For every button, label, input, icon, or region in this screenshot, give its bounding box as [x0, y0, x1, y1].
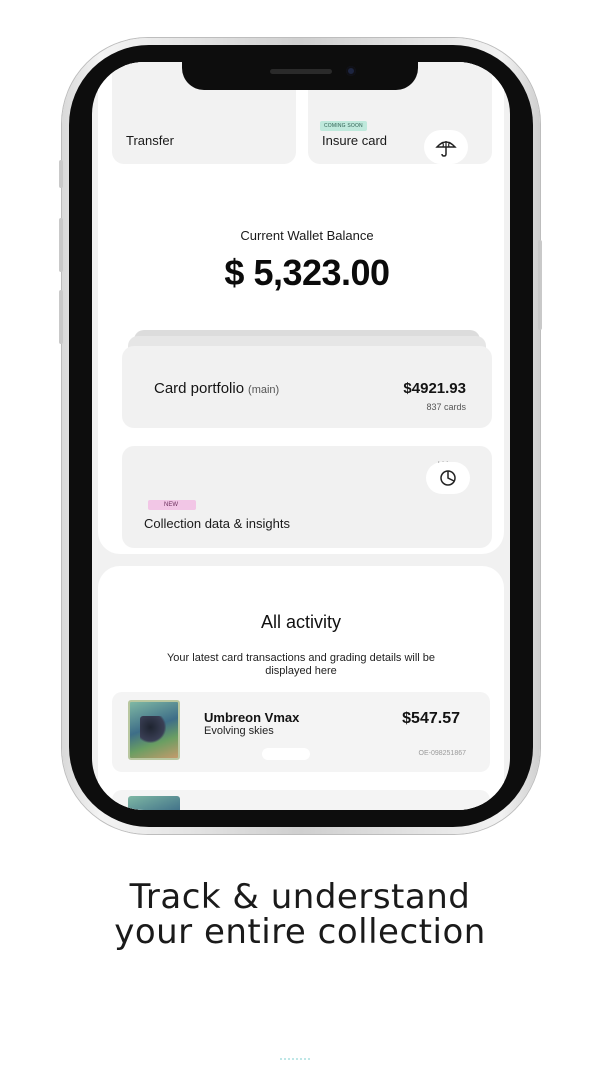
phone-side-button-power [538, 240, 542, 330]
phone-screen: Transfer COMING SOON Insure card Current… [92, 62, 510, 810]
phone-side-button-volume-down [59, 290, 63, 344]
portfolio-title-text: Card portfolio [154, 380, 245, 397]
phone-side-button-volume-up [59, 218, 63, 272]
insure-card-label: Insure card [322, 133, 388, 148]
portfolio-subtitle: (main) [248, 384, 280, 396]
page-indicator [280, 1058, 310, 1060]
phone-notch [182, 60, 418, 90]
phone-side-button-silent [59, 160, 63, 188]
transaction-status-pill [262, 748, 310, 760]
wallet-panel: Transfer COMING SOON Insure card Current… [98, 62, 504, 554]
coming-soon-badge: COMING SOON [320, 121, 367, 131]
insights-icon-button[interactable] [426, 462, 470, 494]
portfolio-value: $4921.93 [403, 380, 466, 397]
transaction-price: $547.57 [402, 710, 460, 727]
card-thumbnail [128, 796, 180, 810]
insights-label: Collection data & insights [144, 516, 290, 531]
transaction-row[interactable]: Umbreon Vmax Evolving skies $547.57 OE-0… [112, 692, 490, 772]
portfolio-count: 837 cards [426, 402, 466, 412]
balance-label: Current Wallet Balance [240, 228, 374, 243]
transaction-card-set: Evolving skies [204, 725, 274, 737]
portfolio-title: Card portfolio (main) [154, 380, 279, 397]
activity-panel: All activity Your latest card transactio… [98, 566, 504, 810]
transaction-card-name: Umbreon Vmax [204, 710, 300, 725]
collection-insights-card[interactable]: ... NEW Collection data & insights [122, 446, 492, 548]
new-badge: NEW [148, 500, 196, 510]
tagline-line-2: your entire collection [114, 912, 486, 952]
phone-camera [346, 66, 356, 76]
pie-chart-icon [440, 470, 456, 486]
tagline-line-1: Track & understand [129, 877, 471, 917]
marketing-tagline: Track & understand your entire collectio… [0, 880, 600, 950]
card-artwork [140, 716, 166, 744]
transfer-label: Transfer [126, 133, 174, 148]
card-portfolio-card[interactable]: Card portfolio (main) $4921.93 837 cards [122, 346, 492, 428]
card-thumbnail [128, 700, 180, 760]
phone-speaker [270, 69, 332, 74]
transaction-id: OE-098251867 [418, 750, 466, 757]
activity-description: Your latest card transactions and gradin… [166, 652, 436, 677]
transaction-row[interactable] [112, 790, 490, 810]
balance-amount: $ 5,323.00 [224, 252, 390, 293]
umbrella-icon [435, 141, 457, 157]
insure-icon-button[interactable] [424, 130, 468, 164]
activity-title: All activity [260, 612, 341, 632]
